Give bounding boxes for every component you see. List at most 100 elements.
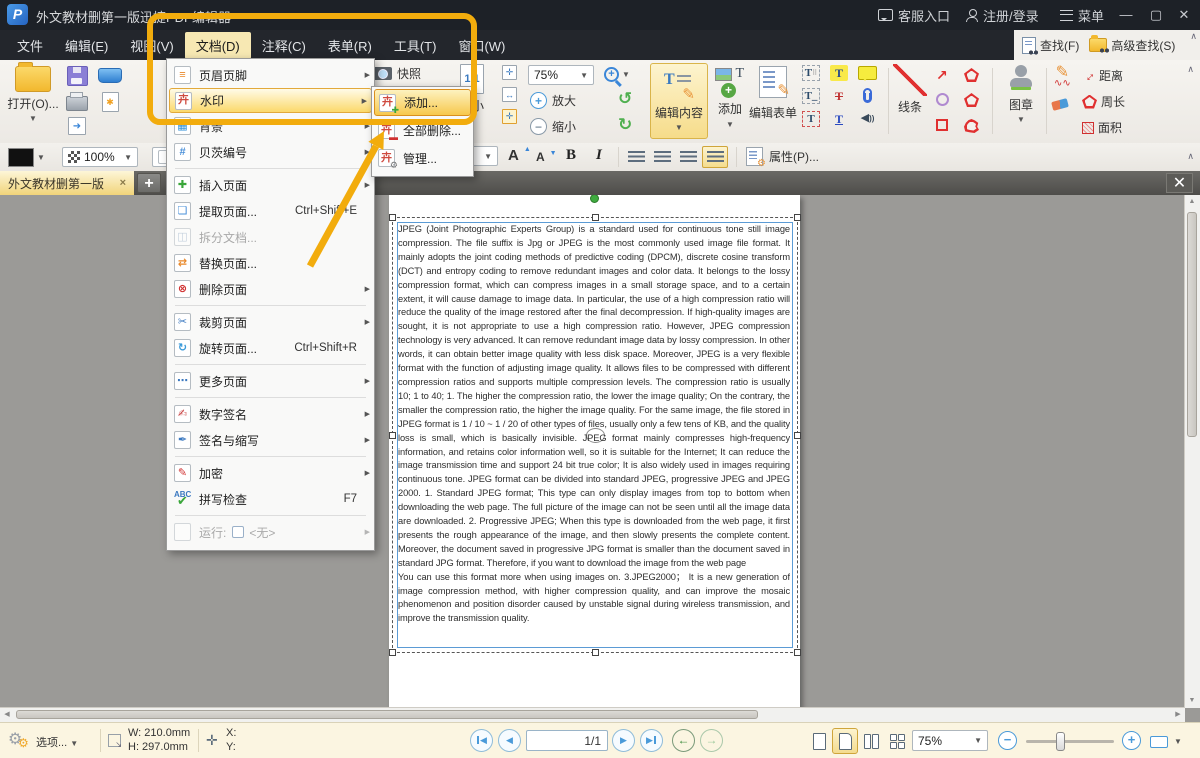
polygon-tool[interactable] (964, 93, 979, 107)
italic-button[interactable]: I (596, 147, 602, 164)
properties-button[interactable]: 属性(P)... (746, 147, 819, 166)
stamp-button[interactable]: 图章 ▼ (1000, 65, 1042, 123)
menu-item[interactable]: 卉水印▶ (169, 88, 372, 113)
bold-button[interactable]: B (566, 147, 576, 164)
previous-view-button[interactable]: ← (672, 729, 695, 752)
underline-text-tool[interactable]: T (830, 111, 848, 127)
submenu-item[interactable]: 卉▬全部删除... (374, 116, 471, 144)
vertical-scroll-thumb[interactable] (1187, 212, 1197, 437)
zoom-out-button[interactable]: − (998, 731, 1017, 750)
arrow-tool[interactable]: ↗ (936, 68, 948, 82)
next-page-button[interactable]: ▶ (612, 729, 635, 752)
pdf-page[interactable]: JPEG (Joint Photographic Experts Group) … (389, 195, 800, 716)
menu-item[interactable]: ≡页眉页脚▶ (167, 62, 374, 88)
audio-comment-tool[interactable]: ◀)) (861, 111, 875, 124)
edit-content-button[interactable]: T✎ 编辑内容 ▼ (650, 63, 708, 139)
login-button[interactable]: 注册/登录 (966, 0, 1039, 30)
vertical-scrollbar[interactable]: ▲ ▼ (1184, 195, 1200, 708)
menu-item[interactable]: ⋯更多页面▶ (167, 368, 374, 394)
next-view-button[interactable]: → (700, 729, 723, 752)
ellipse-tool[interactable] (936, 93, 949, 106)
menu-item[interactable]: ✂裁剪页面▶ (167, 309, 374, 335)
rotation-handle[interactable] (590, 195, 599, 203)
collapse-icon[interactable]: ∧ (1187, 151, 1194, 162)
fit-page-button[interactable]: ✛ (502, 65, 517, 80)
menu-item[interactable]: ✎加密▶ (167, 460, 374, 486)
menu-item[interactable]: ✍数字签名▶ (167, 401, 374, 427)
text-box-tool[interactable]: T (802, 111, 820, 127)
menu-item[interactable]: ✒签名与缩写▶ (167, 427, 374, 453)
first-page-button[interactable]: ◀ (470, 729, 493, 752)
previous-page-button[interactable]: ◀ (498, 729, 521, 752)
menubar-item[interactable]: 视图(V) (119, 32, 184, 59)
menu-item[interactable]: ↻旋转页面...Ctrl+Shift+R (167, 335, 374, 361)
rotate-right-button[interactable]: ↻ (618, 116, 632, 133)
new-page-button[interactable]: ✱ (102, 92, 119, 112)
continuous-layout-button[interactable] (832, 728, 858, 754)
find-button[interactable]: 查找(F) (1022, 37, 1079, 54)
resize-handle[interactable] (794, 214, 801, 221)
new-tab-button[interactable]: + (137, 173, 161, 193)
eraser-tool[interactable] (1051, 98, 1069, 111)
menubar-item[interactable]: 表单(R) (317, 32, 383, 59)
scroll-left-icon[interactable]: ◀ (0, 708, 14, 721)
rectangle-tool[interactable] (936, 119, 948, 131)
opacity-combo[interactable]: 100% ▼ (62, 147, 138, 167)
zoom-slider-track[interactable] (1026, 740, 1114, 743)
zoom-combo[interactable]: 75% ▼ (528, 65, 594, 85)
resize-handle[interactable] (389, 649, 396, 656)
menu-item[interactable]: ✚插入页面▶ (167, 172, 374, 198)
align-right-button[interactable] (680, 151, 697, 164)
menu-item[interactable]: #贝茨编号▶ (167, 139, 374, 165)
zoom-out-button[interactable]: − 缩小 (530, 118, 576, 135)
two-page-layout-button[interactable] (858, 728, 884, 754)
attachment-tool[interactable] (863, 88, 872, 103)
zoom-in-button[interactable]: + 放大 (530, 92, 576, 109)
font-smaller-button[interactable]: A▼ (536, 150, 557, 164)
select-text-tool[interactable]: T⠿ (802, 65, 820, 81)
measure-distance-button[interactable]: ↔ 距离 (1082, 67, 1123, 84)
font-larger-button[interactable]: A▲ (508, 147, 531, 164)
menubar-item[interactable]: 工具(T) (383, 32, 448, 59)
strikethrough-text-tool[interactable]: T (830, 88, 848, 104)
pencil-tool[interactable]: ✎ ∿∿ (1054, 66, 1071, 86)
close-document-button[interactable]: ✕ (1166, 173, 1193, 193)
menu-item[interactable]: ▦背景▶ (167, 113, 374, 139)
submenu-item[interactable]: 卉⚙管理... (374, 144, 471, 172)
zoom-slider-thumb[interactable] (1056, 732, 1065, 751)
collapse-icon[interactable]: ∧ (1187, 64, 1194, 75)
page-number-input[interactable]: 1/1 (526, 730, 608, 751)
menubar-item[interactable]: 窗口(W) (447, 32, 516, 59)
horizontal-scroll-thumb[interactable] (16, 710, 758, 719)
line-tool[interactable]: 线条 (893, 64, 927, 115)
submenu-item[interactable]: 卉✚添加... (374, 89, 471, 116)
zoom-level-combo[interactable]: 75% ▼ (912, 730, 988, 751)
menubar-item[interactable]: 注释(C) (251, 32, 317, 59)
open-button[interactable]: 打开(O)... ▼ (6, 66, 60, 122)
insert-text-tool[interactable]: T_ (802, 88, 820, 104)
menubar-item[interactable]: 编辑(E) (54, 32, 119, 59)
tab-close-icon[interactable]: × (120, 177, 126, 189)
menu-item[interactable]: ⊗删除页面▶ (167, 276, 374, 302)
measure-perimeter-button[interactable]: 周长 (1082, 93, 1125, 110)
scroll-up-icon[interactable]: ▲ (1185, 195, 1199, 209)
measure-area-button[interactable]: 面积 (1082, 119, 1122, 136)
print-button[interactable] (66, 96, 88, 111)
single-page-layout-button[interactable] (806, 728, 832, 754)
minimize-button[interactable]: — (1112, 0, 1140, 30)
customer-service-button[interactable]: 客服入口 (878, 0, 950, 30)
menu-item[interactable]: ❏提取页面...Ctrl+Shift+E (167, 198, 374, 224)
fit-width-button[interactable]: ↔ (502, 87, 517, 102)
resize-handle[interactable] (794, 649, 801, 656)
resize-handle[interactable] (592, 214, 599, 221)
menubar-item[interactable]: 文档(D) (185, 32, 251, 59)
document-tab[interactable]: 外文教材删第一版 × (0, 171, 134, 195)
cloud-tool[interactable] (964, 119, 979, 133)
marquee-zoom-button[interactable]: + ▼ (604, 67, 630, 82)
highlight-text-tool[interactable]: T (830, 65, 848, 81)
maximize-button[interactable]: ▢ (1142, 0, 1170, 30)
snapshot-button[interactable]: 快照 (372, 65, 421, 82)
menubar-item[interactable]: 文件 (6, 32, 54, 59)
align-left-button[interactable] (628, 151, 645, 164)
resize-handle[interactable] (592, 649, 599, 656)
